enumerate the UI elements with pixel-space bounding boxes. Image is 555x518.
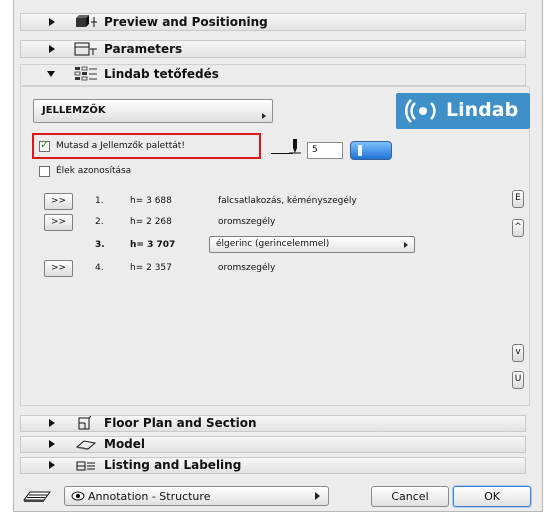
edge-goto-button[interactable]: >> — [44, 214, 73, 231]
scroll-down-button[interactable]: v — [512, 344, 524, 362]
dropdown-arrow-icon — [404, 242, 408, 248]
edge-number: 2. — [95, 217, 104, 227]
section-listing[interactable]: Listing and Labeling — [20, 457, 526, 474]
ok-button-label: OK — [484, 490, 500, 503]
scroll-first-label: E — [515, 193, 521, 203]
model-icon — [75, 440, 97, 450]
lindab-logo: Lindab — [396, 93, 530, 129]
section-label: Model — [104, 437, 146, 451]
scroll-first-button[interactable]: E — [512, 190, 524, 208]
ok-button[interactable]: OK — [453, 486, 531, 507]
edge-identification-checkbox[interactable] — [39, 166, 50, 177]
edge-type-dropdown[interactable]: élgerinc (gerincelemmel) — [209, 236, 415, 253]
dropdown-arrow-icon — [262, 113, 266, 119]
section-preview-positioning[interactable]: Preview and Positioning — [20, 13, 526, 31]
edge-type-dropdown-value: élgerinc (gerincelemmel) — [216, 239, 330, 249]
section-label: Listing and Labeling — [104, 458, 242, 472]
edge-number: 3. — [95, 240, 105, 250]
pen-icon — [289, 139, 301, 154]
section-parameters[interactable]: Parameters — [20, 40, 526, 58]
edge-type: falcsatlakozás, kéményszegély — [218, 196, 357, 206]
listing-icon — [76, 461, 95, 471]
edge-type: oromszegély — [218, 217, 276, 227]
scroll-last-button[interactable]: U — [512, 371, 524, 389]
expand-arrow-icon[interactable] — [49, 440, 55, 448]
edge-number: 1. — [95, 196, 104, 206]
edge-height: h= 2 357 — [130, 263, 172, 273]
scroll-up-label: ^ — [514, 222, 522, 232]
floor-plan-icon — [78, 416, 92, 430]
dropdown-arrow-icon — [315, 492, 320, 500]
properties-dropdown-label: JELLEMZŐK — [42, 105, 106, 116]
cube-icon — [76, 15, 97, 27]
scroll-down-label: v — [515, 347, 521, 357]
edge-height: h= 2 268 — [130, 217, 172, 227]
edges-list — [34, 184, 500, 395]
favorites-icon[interactable] — [22, 488, 52, 504]
expand-arrow-icon[interactable] — [49, 419, 55, 427]
eye-icon — [71, 491, 85, 501]
section-label: Parameters — [104, 42, 183, 56]
section-label: Lindab tetőfedés — [104, 67, 219, 81]
section-lindab[interactable]: Lindab tetőfedés — [20, 64, 526, 86]
edge-type: oromszegély — [218, 263, 276, 273]
expand-arrow-icon[interactable] — [49, 461, 55, 469]
edge-goto-button[interactable]: >> — [44, 260, 73, 277]
edge-height: h= 3 688 — [130, 196, 172, 206]
section-label: Floor Plan and Section — [104, 416, 257, 430]
scroll-up-button[interactable]: ^ — [512, 219, 524, 237]
edge-goto-button[interactable]: >> — [44, 193, 73, 210]
edge-number: 4. — [95, 263, 104, 273]
section-model[interactable]: Model — [20, 436, 526, 453]
edge-identification-label: Élek azonosítása — [56, 166, 132, 176]
expand-arrow-icon[interactable] — [49, 45, 55, 53]
show-palette-label: Mutasd a Jellemzők palettát! — [56, 141, 185, 151]
properties-dropdown[interactable]: JELLEMZŐK — [33, 99, 273, 123]
edge-height: h= 3 707 — [130, 240, 176, 250]
pen-number-value: 5 — [312, 145, 318, 155]
lindab-logo-text: Lindab — [446, 99, 519, 121]
parameters-icon — [74, 42, 97, 56]
pen-toggle-button[interactable] — [350, 141, 392, 160]
view-model-value: Annotation - Structure — [88, 490, 211, 503]
expand-arrow-icon[interactable] — [49, 18, 55, 26]
view-model-select[interactable]: Annotation - Structure — [64, 486, 329, 506]
lindab-logo-icon — [404, 99, 436, 123]
cancel-button[interactable]: Cancel — [371, 486, 449, 507]
grid-icon — [74, 66, 97, 81]
scroll-last-label: U — [514, 374, 522, 384]
edge-goto-label: >> — [50, 196, 67, 206]
section-floor-plan[interactable]: Floor Plan and Section — [20, 415, 526, 432]
toggle-knob-icon — [358, 145, 362, 156]
checkmark-icon: ✓ — [40, 138, 50, 151]
edge-goto-label: >> — [50, 263, 67, 273]
pen-number-field[interactable]: 5 — [307, 142, 343, 159]
section-label: Preview and Positioning — [104, 15, 268, 29]
show-palette-checkbox[interactable]: ✓ — [39, 138, 50, 152]
collapse-arrow-icon[interactable] — [47, 71, 55, 77]
cancel-button-label: Cancel — [391, 490, 429, 503]
edge-goto-label: >> — [50, 217, 67, 227]
